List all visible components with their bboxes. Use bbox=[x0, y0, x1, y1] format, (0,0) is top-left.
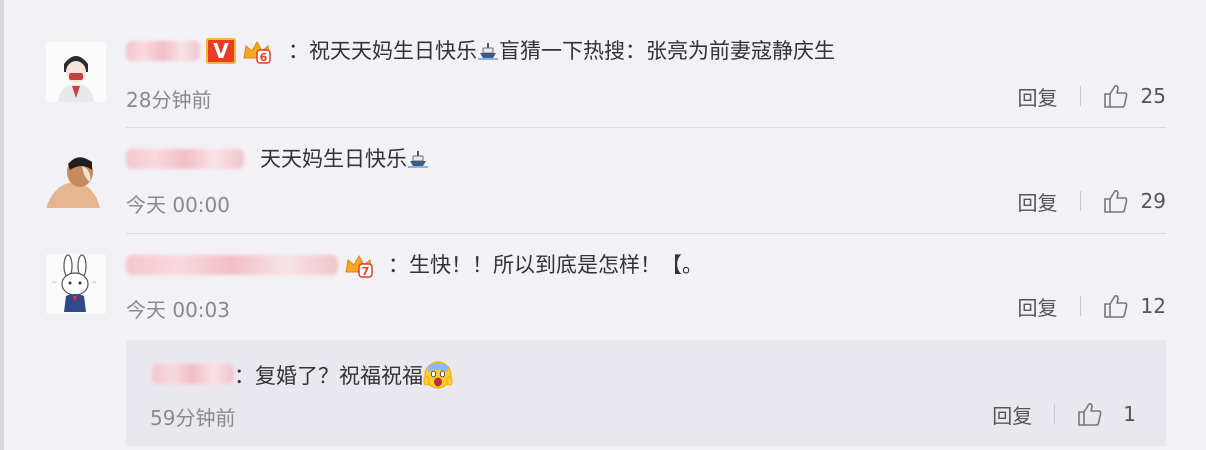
boat-emoji-icon bbox=[477, 39, 499, 61]
like-button[interactable]: 12 bbox=[1103, 293, 1166, 319]
comment-divider bbox=[126, 127, 1166, 128]
comment-text-part: 天天妈生日快乐 bbox=[260, 147, 407, 171]
like-count: 1 bbox=[1123, 402, 1136, 426]
thumbs-up-icon bbox=[1103, 85, 1127, 108]
comment-actions: 回复 29 bbox=[1018, 187, 1166, 215]
comment-text: ：祝天天妈生日快乐 盲猜一下热搜：张亮为前妻寇静庆生 bbox=[288, 38, 835, 64]
svg-text:~: ~ bbox=[92, 279, 97, 286]
thumbs-up-icon bbox=[1103, 190, 1127, 213]
crown-level-number: 6 bbox=[260, 51, 268, 64]
like-button[interactable]: 29 bbox=[1103, 188, 1166, 214]
thumbs-up-icon bbox=[1078, 403, 1102, 426]
comment-time: 今天 00:03 bbox=[126, 298, 230, 322]
crown-level-icon[interactable]: 6 bbox=[242, 38, 272, 64]
avatar-image: ~ ~ bbox=[46, 254, 106, 314]
comment-item: 天天妈生日快乐 今天 00:00 回复 29 bbox=[46, 140, 1166, 230]
action-divider bbox=[1079, 296, 1081, 316]
subreply-username-row bbox=[152, 360, 234, 388]
like-count: 12 bbox=[1140, 294, 1166, 318]
like-button[interactable]: 1 bbox=[1077, 401, 1136, 427]
username-row: 7 bbox=[126, 252, 374, 278]
avatar[interactable]: ~ ~ bbox=[46, 254, 106, 314]
crown-level-icon[interactable]: 7 bbox=[344, 252, 374, 278]
comment-item: V 6 ：祝天天妈生日快乐 盲猜一下热搜：张亮为前妻寇静庆生 28分钟前 回复 2… bbox=[46, 30, 1166, 130]
subreply-time: 59分钟前 bbox=[150, 406, 236, 430]
reply-button[interactable]: 回复 bbox=[1018, 187, 1058, 216]
subreply-text-part: ：复婚了？祝福祝福 bbox=[234, 364, 423, 388]
thumbs-up-icon bbox=[1103, 295, 1127, 318]
svg-text:~: ~ bbox=[52, 279, 57, 286]
subreply-box: ：复婚了？祝福祝福 59分钟前 回复 1 bbox=[126, 340, 1166, 446]
subreply-text: ：复婚了？祝福祝福 bbox=[234, 360, 453, 390]
comment-text-part: 盲猜一下热搜：张亮为前妻寇静庆生 bbox=[499, 39, 835, 63]
username-blurred[interactable] bbox=[126, 41, 200, 61]
username-row: V 6 bbox=[126, 38, 272, 64]
avatar-image bbox=[46, 42, 106, 102]
reply-button[interactable]: 回复 bbox=[992, 400, 1032, 429]
like-button[interactable]: 25 bbox=[1103, 83, 1166, 109]
avatar-image bbox=[46, 148, 106, 208]
comment-time: 28分钟前 bbox=[126, 88, 212, 112]
comment-time: 今天 00:00 bbox=[126, 193, 230, 217]
action-divider bbox=[1079, 191, 1081, 211]
username-row bbox=[126, 146, 244, 172]
screaming-face-emoji-icon bbox=[423, 360, 453, 390]
comment-actions: 回复 12 bbox=[1018, 292, 1166, 320]
comment-text: ：生快！！所以到底是怎样！【。 bbox=[388, 253, 703, 277]
like-count: 29 bbox=[1140, 189, 1166, 213]
username-blurred[interactable] bbox=[126, 149, 244, 169]
comment-divider bbox=[126, 233, 1166, 234]
comment-actions: 回复 25 bbox=[1018, 82, 1166, 110]
crown-level-number: 7 bbox=[362, 265, 370, 278]
action-divider bbox=[1079, 86, 1081, 106]
username-blurred[interactable] bbox=[126, 255, 338, 275]
avatar[interactable] bbox=[46, 148, 106, 208]
verified-v-icon[interactable]: V bbox=[206, 38, 236, 64]
window-left-edge bbox=[0, 0, 4, 450]
like-count: 25 bbox=[1140, 84, 1166, 108]
comment-text-part: ：祝天天妈生日快乐 bbox=[288, 39, 477, 63]
action-divider bbox=[1054, 404, 1056, 424]
avatar[interactable] bbox=[46, 42, 106, 102]
reply-button[interactable]: 回复 bbox=[1018, 82, 1058, 111]
boat-emoji-icon bbox=[407, 147, 429, 169]
comment-text: 天天妈生日快乐 bbox=[260, 146, 429, 172]
comment-item: ~ ~ 7 ：生快！！所以到底是怎样！【。 今天 00:03 回复 12 bbox=[46, 248, 1166, 338]
subreply-actions: 回复 1 bbox=[992, 400, 1136, 428]
reply-button[interactable]: 回复 bbox=[1018, 292, 1058, 321]
username-blurred[interactable] bbox=[152, 364, 234, 384]
